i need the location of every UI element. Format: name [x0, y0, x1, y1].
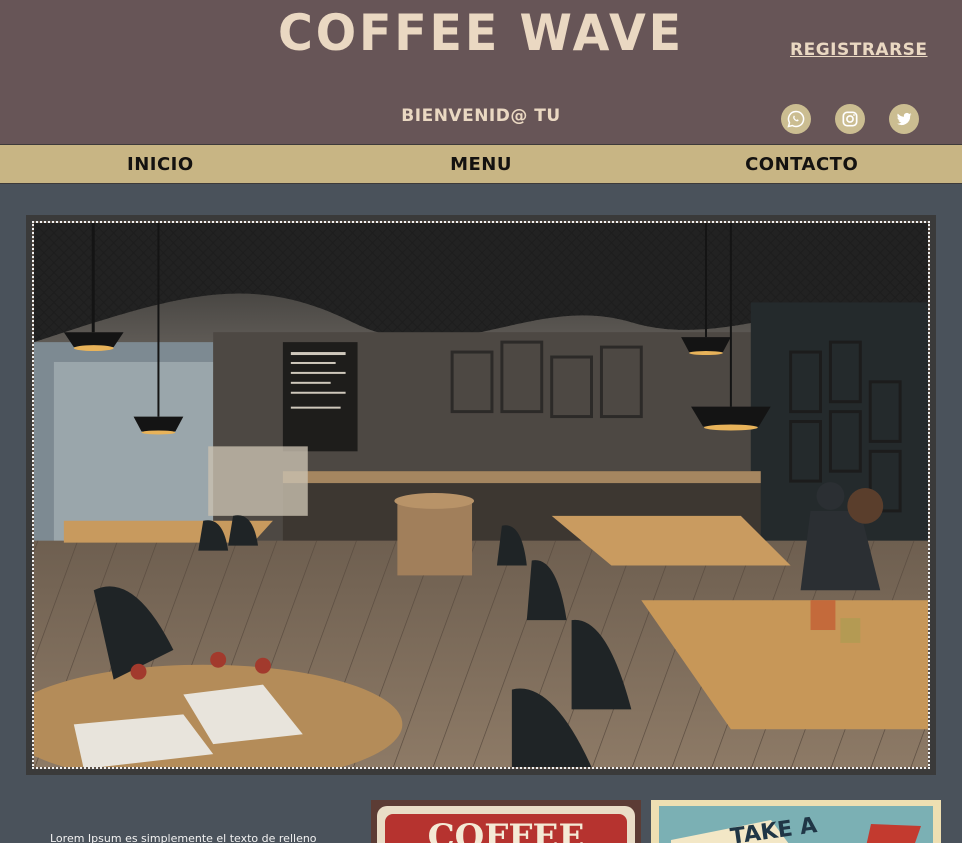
poster1-text: COFFEE: [428, 817, 585, 843]
cafe-interior-photo: [32, 221, 930, 769]
nav-item-inicio[interactable]: INICIO: [0, 145, 321, 183]
whatsapp-icon[interactable]: [781, 104, 811, 134]
main-nav: INICIO MENU CONTACTO: [0, 144, 962, 184]
hero-frame: [26, 215, 936, 775]
twitter-icon[interactable]: [889, 104, 919, 134]
site-header: COFFEE WAVE REGISTRARSE BIENVENID@ TU: [0, 0, 962, 144]
take-a-break-poster-image: TAKE A: [651, 800, 941, 843]
register-link[interactable]: REGISTRARSE: [790, 40, 928, 60]
nav-item-contacto[interactable]: CONTACTO: [641, 145, 962, 183]
welcome-text: BIENVENID@ TU: [401, 106, 561, 126]
coffee-poster-image: COFFEE: [371, 800, 641, 843]
instagram-icon[interactable]: [835, 104, 865, 134]
nav-item-menu[interactable]: MENU: [321, 145, 642, 183]
intro-paragraph: Lorem Ipsum es simplemente el texto de r…: [50, 832, 317, 843]
